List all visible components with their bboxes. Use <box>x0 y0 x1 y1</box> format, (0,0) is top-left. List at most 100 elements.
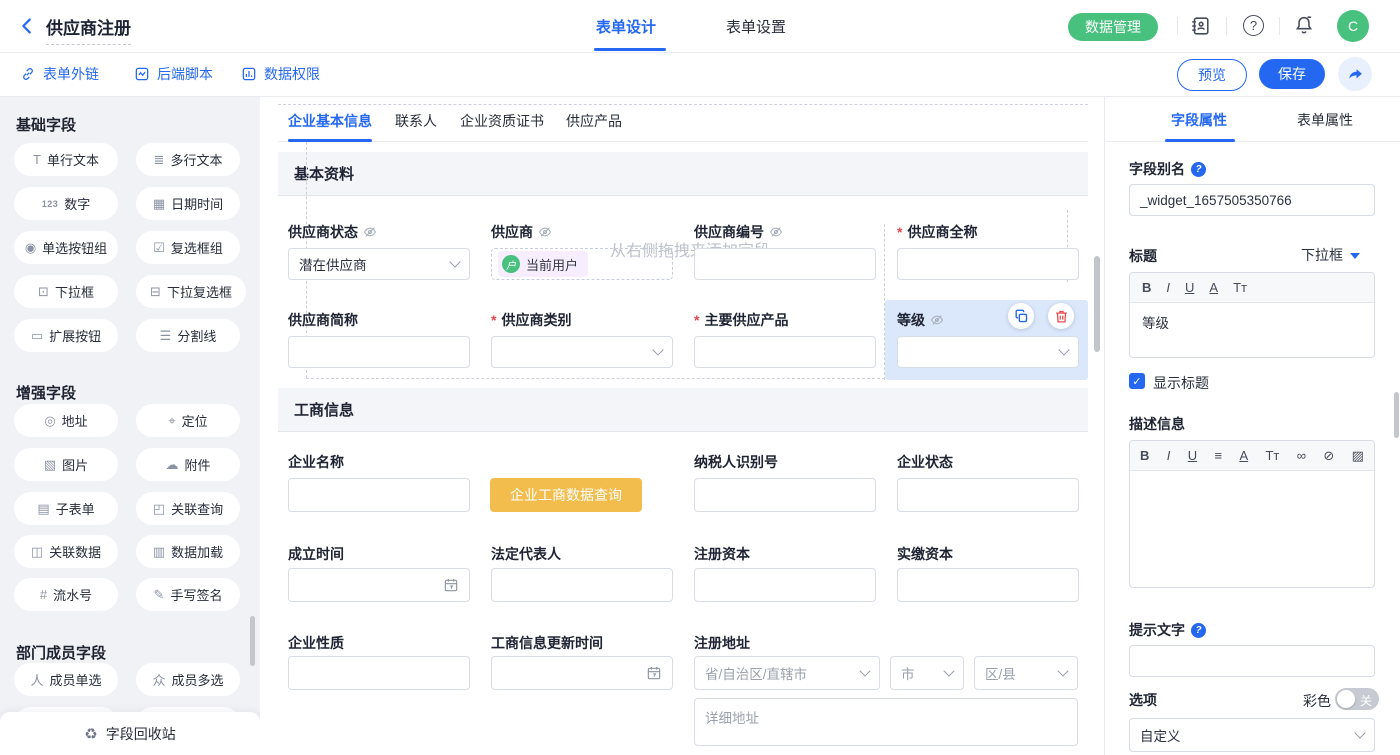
field-type-dropdown[interactable]: ⊡下拉框 <box>14 275 118 308</box>
supplier-fullname-input[interactable] <box>897 248 1079 280</box>
save-button[interactable]: 保存 <box>1259 59 1325 89</box>
tab-form-settings[interactable]: 表单设置 <box>726 16 786 37</box>
bold-icon[interactable]: B <box>1140 448 1149 463</box>
field-type-attachment[interactable]: ☁附件 <box>136 448 240 481</box>
field-type-divider[interactable]: ☰分割线 <box>136 319 240 352</box>
sidebar-scrollbar[interactable] <box>250 616 255 666</box>
alias-input[interactable]: _widget_1657505350766 <box>1129 184 1375 216</box>
italic-icon[interactable]: I <box>1166 280 1170 295</box>
field-type-subform[interactable]: ▤子表单 <box>14 492 118 525</box>
panel-tab-form-props[interactable]: 表单属性 <box>1287 110 1363 130</box>
description-rich-editor[interactable]: B I U ≡ A Tт ∞ ⊘ ▨ <box>1129 440 1375 588</box>
field-type-linked-query[interactable]: ◰关联查询 <box>136 492 240 525</box>
main-products-input[interactable] <box>694 336 876 368</box>
hint-input[interactable] <box>1129 645 1375 677</box>
contacts-icon[interactable] <box>1189 15 1211 37</box>
field-type-datetime[interactable]: ▦日期时间 <box>136 187 240 220</box>
field-type-member-single[interactable]: 人成员单选 <box>14 663 118 696</box>
update-time-input[interactable] <box>491 656 673 690</box>
legal-rep-input[interactable] <box>491 568 673 602</box>
data-manage-button[interactable]: 数据管理 <box>1068 13 1158 41</box>
supplier-default-value-box[interactable]: 户当前用户 <box>491 248 673 280</box>
field-type-image[interactable]: ▧图片 <box>14 448 118 481</box>
form-external-link[interactable]: 表单外链 <box>20 64 99 84</box>
field-type-single-line-text[interactable]: T单行文本 <box>14 143 118 176</box>
trash-icon <box>1054 309 1069 324</box>
field-type-checkbox-group[interactable]: ☑复选框组 <box>136 231 240 264</box>
widget-type-select[interactable]: 下拉框 <box>1301 245 1360 265</box>
font-color-icon[interactable]: A <box>1209 280 1218 295</box>
field-type-data-load[interactable]: ▥数据加载 <box>136 535 240 568</box>
user-avatar[interactable]: C <box>1337 10 1369 42</box>
field-type-multi-dropdown[interactable]: ⊟下拉复选框 <box>136 275 246 308</box>
field-type-address[interactable]: ◎地址 <box>14 404 118 437</box>
font-size-icon[interactable]: Tт <box>1265 448 1279 463</box>
font-color-icon[interactable]: A <box>1239 448 1248 463</box>
share-button[interactable] <box>1338 57 1372 91</box>
current-user-chip[interactable]: 户当前用户 <box>498 251 588 277</box>
field-type-radio-group[interactable]: ◉单选按钮组 <box>14 231 118 264</box>
supplier-status-select[interactable]: 潜在供应商 <box>288 248 470 280</box>
paid-capital-input[interactable] <box>897 568 1079 602</box>
bold-icon[interactable]: B <box>1142 280 1151 295</box>
canvas-tab-basic-info[interactable]: 企业基本信息 <box>288 111 372 131</box>
reg-capital-input[interactable] <box>694 568 876 602</box>
group-bar-business[interactable]: 工商信息 <box>278 388 1088 432</box>
field-type-extend-button[interactable]: ▭扩展按钮 <box>14 319 118 352</box>
address-district-select[interactable]: 区/县 <box>974 656 1078 690</box>
delete-widget-button[interactable] <box>1048 303 1074 329</box>
field-type-linked-data[interactable]: ◫关联数据 <box>14 535 118 568</box>
company-name-input[interactable] <box>288 478 470 512</box>
tax-id-input[interactable] <box>694 478 876 512</box>
notifications-bell-icon[interactable] <box>1293 14 1315 36</box>
field-type-location[interactable]: ⌖定位 <box>136 404 240 437</box>
address-city-select[interactable]: 市 <box>890 656 964 690</box>
address-detail-textarea[interactable]: 详细地址 <box>694 698 1078 746</box>
align-icon[interactable]: ≡ <box>1214 448 1222 463</box>
data-permission-link[interactable]: 数据权限 <box>241 64 320 84</box>
company-nature-input[interactable] <box>288 656 470 690</box>
title-editor-content[interactable]: 等级 <box>1130 303 1374 341</box>
canvas-tab-products[interactable]: 供应产品 <box>566 111 622 131</box>
field-recycle-bin[interactable]: ♻ 字段回收站 <box>0 712 260 755</box>
underline-icon[interactable]: U <box>1188 448 1197 463</box>
grade-select[interactable] <box>897 336 1079 368</box>
underline-icon[interactable]: U <box>1185 280 1194 295</box>
insert-image-icon[interactable]: ▨ <box>1352 448 1364 464</box>
group-bar-basic[interactable]: 基本资料 <box>278 152 1088 196</box>
canvas-tab-contacts[interactable]: 联系人 <box>395 111 437 131</box>
founded-date-input[interactable] <box>288 568 470 602</box>
tab-form-design[interactable]: 表单设计 <box>596 16 656 37</box>
field-type-number[interactable]: 123数字 <box>14 187 118 220</box>
business-data-lookup-button[interactable]: 企业工商数据查询 <box>490 478 642 512</box>
field-type-member-multi[interactable]: 众成员多选 <box>136 663 240 696</box>
show-title-checkbox[interactable]: ✓ <box>1129 373 1145 389</box>
remove-link-icon[interactable]: ⊘ <box>1323 448 1334 464</box>
panel-scrollbar[interactable] <box>1394 392 1399 438</box>
supplier-category-select[interactable] <box>491 336 673 368</box>
backend-script-link[interactable]: 后端脚本 <box>134 64 213 84</box>
preview-button[interactable]: 预览 <box>1177 59 1247 91</box>
color-toggle[interactable]: 关 <box>1335 688 1379 710</box>
insert-link-icon[interactable]: ∞ <box>1297 448 1306 463</box>
canvas-scrollbar[interactable] <box>1094 256 1100 352</box>
title-rich-editor[interactable]: B I U A Tт 等级 <box>1129 272 1375 358</box>
form-title[interactable]: 供应商注册 <box>46 14 131 45</box>
copy-widget-button[interactable] <box>1008 303 1034 329</box>
help-circle-icon[interactable]: ? <box>1191 162 1206 177</box>
help-circle-icon[interactable]: ? <box>1191 623 1206 638</box>
options-source-select[interactable]: 自定义 <box>1129 718 1375 752</box>
italic-icon[interactable]: I <box>1167 448 1171 463</box>
font-size-icon[interactable]: Tт <box>1233 280 1247 295</box>
supplier-shortname-input[interactable] <box>288 336 470 368</box>
field-type-multi-line-text[interactable]: ≣多行文本 <box>136 143 240 176</box>
company-status-input[interactable] <box>897 478 1079 512</box>
help-icon[interactable]: ? <box>1243 15 1264 36</box>
canvas-tab-qualifications[interactable]: 企业资质证书 <box>460 111 544 131</box>
supplier-code-input[interactable] <box>694 248 876 280</box>
field-type-serial-number[interactable]: #流水号 <box>14 578 118 611</box>
back-icon[interactable] <box>16 15 38 37</box>
field-type-signature[interactable]: ✎手写签名 <box>136 578 240 611</box>
panel-tab-field-props[interactable]: 字段属性 <box>1161 110 1237 130</box>
address-province-select[interactable]: 省/自治区/直辖市 <box>694 656 880 690</box>
